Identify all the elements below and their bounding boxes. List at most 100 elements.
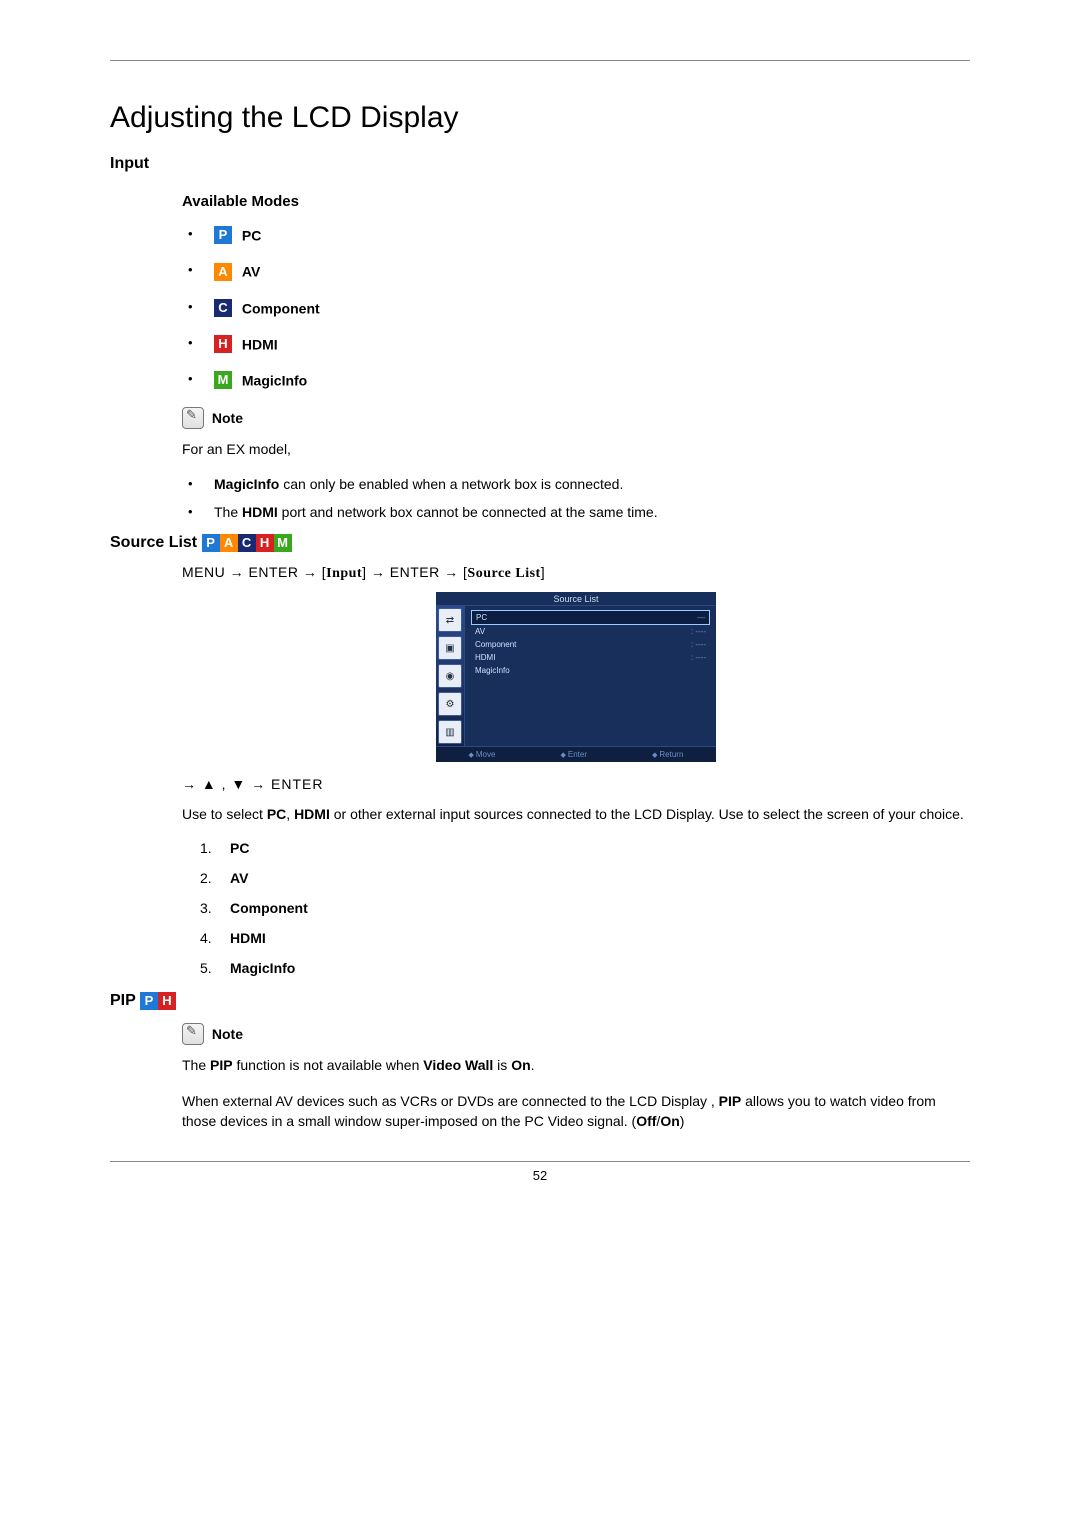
osd-bottom: Move Enter Return: [436, 746, 716, 762]
page-number: 52: [110, 1168, 970, 1183]
osd-name: MagicInfo: [475, 666, 510, 675]
pip2-b2: Off: [636, 1113, 656, 1129]
note-rest-1: can only be enabled when a network box i…: [279, 476, 623, 492]
osd-input-icon: ⇄: [438, 608, 462, 632]
top-divider: [110, 60, 970, 61]
pip-heading: PIP PH: [110, 992, 970, 1010]
modes-list: P PC A AV C Component H HDMI M MagicInfo: [182, 226, 970, 389]
osd-multi-icon: ▥: [438, 720, 462, 744]
osd-row-pc: PC —: [471, 610, 710, 625]
osd-side-icons: ⇄ ▣ ◉ ⚙ ▥: [436, 606, 465, 746]
osd-val: —: [697, 613, 705, 622]
menu-path: MENU → ENTER → [Input] → ENTER → [Source…: [182, 564, 970, 582]
pip-note-2: When external AV devices such as VCRs or…: [182, 1091, 970, 1132]
mode-label-pc: PC: [242, 227, 261, 243]
m-icon: M: [274, 534, 292, 552]
source-list-mode-strip: PACHM: [202, 534, 292, 551]
input-heading: Input: [110, 155, 970, 173]
desc-mid1: ,: [286, 806, 294, 822]
osd-row-magicinfo: MagicInfo: [471, 664, 710, 677]
desc-post: or other external input sources connecte…: [330, 806, 964, 822]
pip1-mid: function is not available when: [233, 1057, 424, 1073]
menu-path-input: Input: [326, 566, 362, 581]
mode-component: C Component: [182, 299, 970, 317]
p-icon: P: [214, 226, 232, 244]
opt-hdmi: HDMI: [200, 930, 970, 946]
source-list-heading-text: Source List: [110, 534, 197, 551]
source-list-heading: Source List PACHM: [110, 534, 970, 552]
pip-heading-text: PIP: [110, 993, 136, 1010]
pip1-mid2: is: [493, 1057, 511, 1073]
note-bullets: MagicInfo can only be enabled when a net…: [182, 476, 970, 520]
note-label: Note: [212, 410, 243, 426]
arrow-icon: →: [444, 564, 459, 580]
pip-note-block: Note: [182, 1023, 970, 1045]
menu-path-sourcelist: Source List: [467, 566, 540, 581]
arrow-icon: →: [303, 564, 318, 580]
desc-hdmi: HDMI: [294, 806, 330, 822]
osd-val: : ----: [691, 640, 706, 649]
p-icon: P: [202, 534, 220, 552]
opt-magicinfo: MagicInfo: [200, 960, 970, 976]
opt-av: AV: [200, 870, 970, 886]
note-intro: For an EX model,: [182, 439, 970, 459]
note-pre-2: The: [214, 504, 242, 520]
p-icon: P: [140, 992, 158, 1010]
pip1-end: .: [531, 1057, 535, 1073]
osd-screenshot: Source List ⇄ ▣ ◉ ⚙ ▥ PC — AV : ---: [436, 592, 716, 762]
pip2-pre: When external AV devices such as VCRs or…: [182, 1093, 719, 1109]
osd-row-component: Component : ----: [471, 638, 710, 651]
available-modes-section: Available Modes P PC A AV C Component H …: [182, 193, 970, 520]
mode-av: A AV: [182, 262, 970, 280]
c-icon: C: [238, 534, 256, 552]
source-list-description: Use to select PC, HDMI or other external…: [182, 804, 970, 824]
m-icon: M: [214, 371, 232, 389]
osd-setup-icon: ⚙: [438, 692, 462, 716]
page: Adjusting the LCD Display Input Availabl…: [0, 0, 1080, 1223]
note-block: Note: [182, 407, 970, 429]
pip2-end: ): [680, 1113, 685, 1129]
page-title: Adjusting the LCD Display: [110, 101, 970, 135]
c-icon: C: [214, 299, 232, 317]
arrow-icon: →: [230, 564, 245, 580]
note-icon: [182, 407, 204, 429]
pip1-b1: PIP: [210, 1057, 233, 1073]
osd-row-hdmi: HDMI : ----: [471, 651, 710, 664]
menu-path-enter1: ENTER: [249, 564, 299, 580]
pip-note-label: Note: [212, 1026, 243, 1042]
desc-pre: Use to select: [182, 806, 267, 822]
note-rest-2: port and network box cannot be connected…: [278, 504, 658, 520]
mode-hdmi: H HDMI: [182, 335, 970, 353]
pip1-pre: The: [182, 1057, 210, 1073]
osd-main: PC — AV : ---- Component : ---- HDMI : -…: [465, 606, 716, 746]
osd-title: Source List: [436, 592, 716, 605]
note-bullet-2: The HDMI port and network box cannot be …: [182, 504, 970, 520]
arrow-icon: →: [371, 564, 386, 580]
source-options-list: PC AV Component HDMI MagicInfo: [200, 840, 970, 976]
osd-name: PC: [476, 613, 487, 622]
opt-pc: PC: [200, 840, 970, 856]
mode-label-component: Component: [242, 300, 320, 316]
h-icon: H: [214, 335, 232, 353]
pip-mode-strip: PH: [140, 993, 176, 1010]
osd-name: Component: [475, 640, 516, 649]
osd-name: AV: [475, 627, 485, 636]
note-bold-1: MagicInfo: [214, 476, 279, 492]
pip-note-1: The PIP function is not available when V…: [182, 1055, 970, 1075]
mode-label-hdmi: HDMI: [242, 336, 278, 352]
pip-body: Note The PIP function is not available w…: [182, 1023, 970, 1132]
osd-return: Return: [652, 750, 683, 759]
note-bullet-1: MagicInfo can only be enabled when a net…: [182, 476, 970, 492]
note-icon: [182, 1023, 204, 1045]
osd-enter: Enter: [561, 750, 587, 759]
a-icon: A: [214, 263, 232, 281]
mode-magicinfo: M MagicInfo: [182, 371, 970, 389]
a-icon: A: [220, 534, 238, 552]
available-modes-heading: Available Modes: [182, 193, 970, 210]
osd-move: Move: [469, 750, 496, 759]
osd-val: : ----: [691, 627, 706, 636]
menu-path-enter2: ENTER: [390, 564, 440, 580]
pip1-b2: Video Wall: [423, 1057, 493, 1073]
mode-pc: P PC: [182, 226, 970, 244]
mode-label-magicinfo: MagicInfo: [242, 372, 307, 388]
